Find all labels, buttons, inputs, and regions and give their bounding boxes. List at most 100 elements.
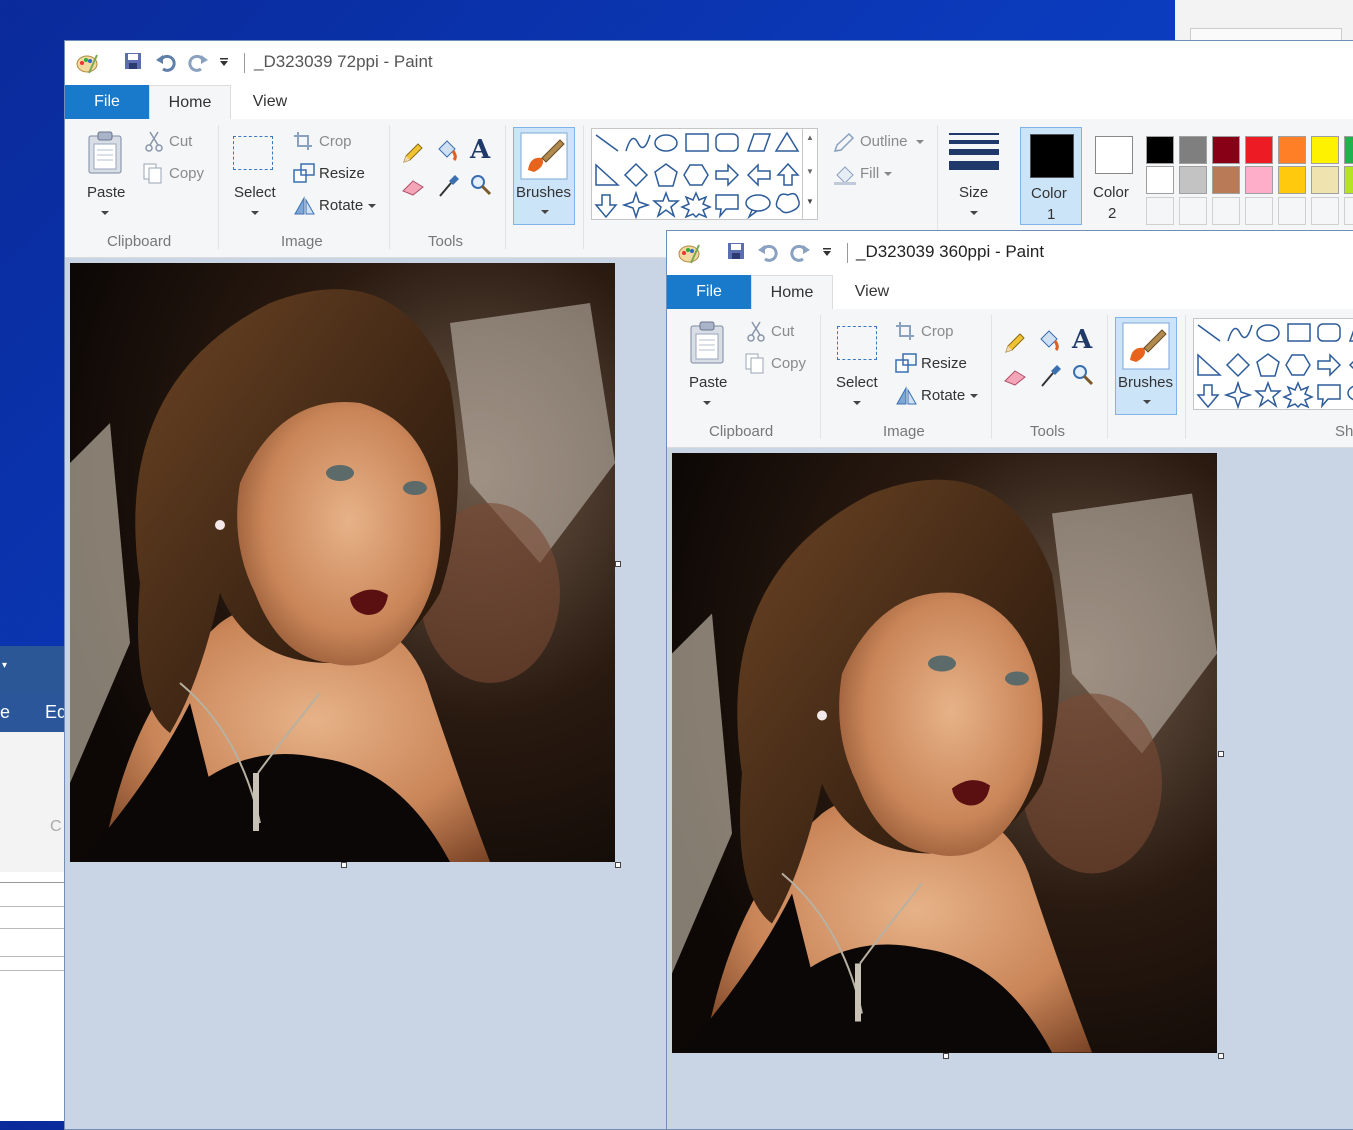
palette-swatch[interactable] bbox=[1311, 197, 1339, 225]
customize-quick-access-icon[interactable] bbox=[218, 55, 240, 77]
outline-button[interactable]: Outline bbox=[860, 133, 908, 150]
magnifier-icon[interactable] bbox=[469, 173, 493, 202]
rotate-dropdown-caret[interactable] bbox=[970, 394, 978, 398]
resize-handle[interactable] bbox=[943, 1053, 949, 1059]
palette-swatch[interactable] bbox=[1179, 136, 1207, 164]
paste-button[interactable]: Paste bbox=[689, 374, 727, 391]
crop-button[interactable]: Crop bbox=[319, 133, 352, 150]
undo-icon[interactable] bbox=[155, 51, 177, 73]
palette-swatch[interactable] bbox=[1179, 166, 1207, 194]
size-button[interactable]: Size bbox=[959, 184, 988, 201]
fill-dropdown-caret[interactable] bbox=[884, 172, 892, 176]
color2-button[interactable]: Color 2 bbox=[1086, 127, 1144, 225]
scroll-down-icon[interactable]: ▼ bbox=[806, 167, 814, 176]
text-tool-icon[interactable]: A bbox=[1072, 325, 1092, 355]
select-icon[interactable] bbox=[837, 326, 877, 360]
cut-button[interactable]: Cut bbox=[169, 133, 192, 150]
palette-swatch[interactable] bbox=[1278, 136, 1306, 164]
rotate-button[interactable]: Rotate bbox=[319, 197, 363, 214]
palette-swatch[interactable] bbox=[1179, 197, 1207, 225]
resize-button[interactable]: Resize bbox=[921, 355, 967, 372]
palette-swatch[interactable] bbox=[1344, 197, 1353, 225]
color1-button[interactable]: Color 1 bbox=[1020, 127, 1082, 225]
paint-app-icon[interactable] bbox=[677, 241, 700, 264]
resize-handle[interactable] bbox=[615, 561, 621, 567]
copy-button[interactable]: Copy bbox=[169, 165, 204, 182]
customize-quick-access-icon[interactable] bbox=[821, 245, 843, 267]
select-dropdown-caret[interactable] bbox=[251, 211, 259, 215]
select-button[interactable]: Select bbox=[836, 374, 878, 391]
fill-bucket-icon[interactable] bbox=[1035, 327, 1063, 360]
palette-swatch[interactable] bbox=[1146, 166, 1174, 194]
gallery-expand-icon[interactable]: ▼ bbox=[806, 197, 814, 206]
tab-view[interactable]: View bbox=[231, 85, 309, 119]
background-tab-file[interactable]: e bbox=[0, 702, 10, 723]
pencil-icon[interactable] bbox=[401, 141, 425, 170]
paint-app-icon[interactable] bbox=[75, 51, 98, 74]
fill-button[interactable]: Fill bbox=[860, 165, 879, 182]
palette-swatch[interactable] bbox=[1311, 136, 1339, 164]
tab-home[interactable]: Home bbox=[149, 85, 231, 120]
cut-button[interactable]: Cut bbox=[771, 323, 794, 340]
shapes-gallery[interactable] bbox=[1193, 318, 1353, 410]
canvas-area[interactable] bbox=[667, 448, 1353, 1129]
crop-button[interactable]: Crop bbox=[921, 323, 954, 340]
rotate-button[interactable]: Rotate bbox=[921, 387, 965, 404]
eraser-icon[interactable] bbox=[1003, 365, 1029, 392]
outline-dropdown-caret[interactable] bbox=[916, 140, 924, 144]
palette-swatch[interactable] bbox=[1146, 136, 1174, 164]
palette-swatch[interactable] bbox=[1311, 166, 1339, 194]
resize-button[interactable]: Resize bbox=[319, 165, 365, 182]
palette-swatch[interactable] bbox=[1146, 197, 1174, 225]
shapes-gallery[interactable] bbox=[591, 128, 803, 220]
paste-button[interactable]: Paste bbox=[87, 184, 125, 201]
eraser-icon[interactable] bbox=[401, 175, 427, 202]
palette-swatch[interactable] bbox=[1344, 136, 1353, 164]
redo-icon[interactable] bbox=[187, 51, 209, 73]
palette-swatch[interactable] bbox=[1278, 166, 1306, 194]
tab-view[interactable]: View bbox=[833, 275, 911, 309]
palette-swatch[interactable] bbox=[1212, 166, 1240, 194]
select-dropdown-caret[interactable] bbox=[853, 401, 861, 405]
paste-icon[interactable] bbox=[87, 131, 123, 180]
color-picker-icon[interactable] bbox=[1039, 363, 1063, 394]
tab-home[interactable]: Home bbox=[751, 275, 833, 310]
size-dropdown-caret[interactable] bbox=[970, 211, 978, 215]
scroll-up-icon[interactable]: ▲ bbox=[806, 133, 814, 142]
palette-swatch[interactable] bbox=[1212, 136, 1240, 164]
select-button[interactable]: Select bbox=[234, 184, 276, 201]
palette-swatch[interactable] bbox=[1212, 197, 1240, 225]
magnifier-icon[interactable] bbox=[1071, 363, 1095, 392]
save-icon[interactable] bbox=[726, 241, 748, 263]
palette-swatch[interactable] bbox=[1344, 166, 1353, 194]
redo-icon[interactable] bbox=[789, 241, 811, 263]
brushes-button[interactable]: Brushes bbox=[1115, 317, 1177, 415]
paste-icon[interactable] bbox=[689, 321, 725, 370]
palette-swatch[interactable] bbox=[1278, 197, 1306, 225]
pencil-icon[interactable] bbox=[1003, 331, 1027, 360]
palette-swatch[interactable] bbox=[1245, 197, 1273, 225]
brushes-button[interactable]: Brushes bbox=[513, 127, 575, 225]
tab-file[interactable]: File bbox=[65, 85, 149, 119]
canvas-image[interactable] bbox=[672, 453, 1217, 1053]
size-icon[interactable] bbox=[949, 133, 999, 178]
shapes-scrollbar[interactable]: ▲ ▼ ▼ bbox=[803, 128, 818, 220]
resize-handle[interactable] bbox=[615, 862, 621, 868]
save-icon[interactable] bbox=[123, 51, 145, 73]
text-tool-icon[interactable]: A bbox=[470, 135, 490, 165]
palette-swatch[interactable] bbox=[1245, 166, 1273, 194]
undo-icon[interactable] bbox=[757, 241, 779, 263]
rotate-dropdown-caret[interactable] bbox=[368, 204, 376, 208]
palette-swatch[interactable] bbox=[1245, 136, 1273, 164]
resize-handle[interactable] bbox=[341, 862, 347, 868]
resize-handle[interactable] bbox=[1218, 751, 1224, 757]
fill-bucket-icon[interactable] bbox=[433, 137, 461, 170]
copy-button[interactable]: Copy bbox=[771, 355, 806, 372]
tab-file[interactable]: File bbox=[667, 275, 751, 309]
color-picker-icon[interactable] bbox=[437, 173, 461, 204]
paste-dropdown-caret[interactable] bbox=[703, 401, 711, 405]
select-icon[interactable] bbox=[233, 136, 273, 170]
paste-dropdown-caret[interactable] bbox=[101, 211, 109, 215]
resize-handle[interactable] bbox=[1218, 1053, 1224, 1059]
canvas-image[interactable] bbox=[70, 263, 615, 862]
